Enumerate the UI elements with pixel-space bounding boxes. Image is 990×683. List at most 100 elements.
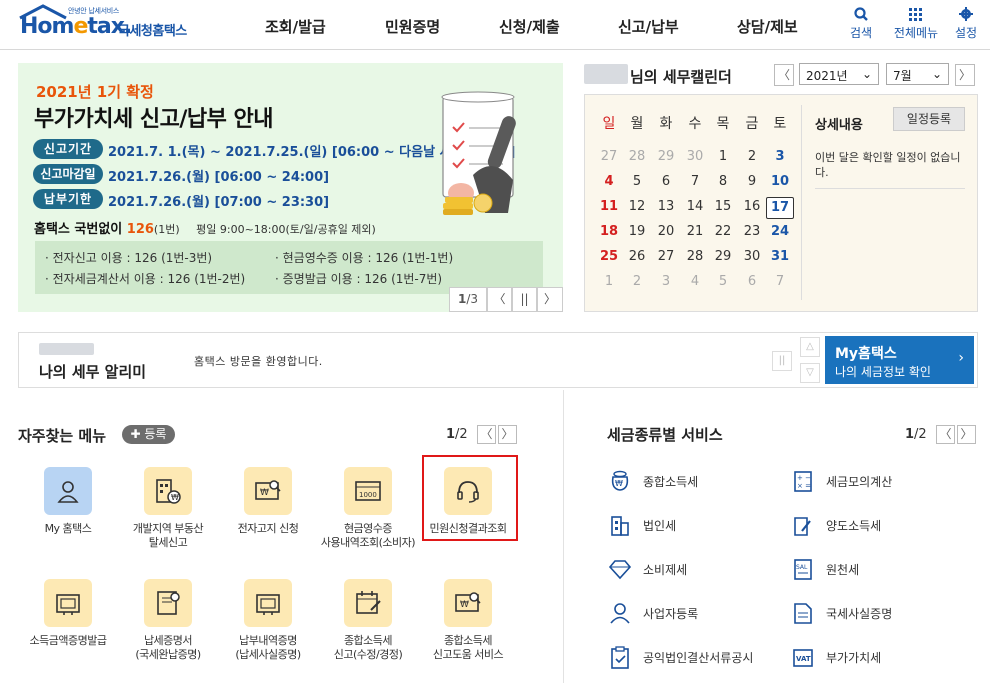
tax-service-prev-button[interactable]: 〈 [936,425,955,444]
favorite-payment-history-certificate[interactable]: 납부내역증명 (납세사실증명) [218,579,318,662]
calendar-day[interactable]: 25 [595,249,623,264]
calendar-day[interactable]: 29 [652,149,680,164]
calendar-day[interactable]: 7 [766,274,794,289]
tax-service-right-0[interactable]: + − × = 세금모의계산 [790,469,892,493]
favorite-tax-payment-certificate[interactable]: 납세증명서 (국세완납증명) [118,579,218,662]
calendar-day[interactable]: 10 [766,174,794,189]
search-button[interactable]: 검색 [839,6,883,41]
tax-service-left-1[interactable]: 법인세 [607,513,676,537]
calendar-day[interactable]: 6 [738,274,766,289]
tax-service-left-2[interactable]: 소비제세 [607,557,687,581]
notifier-up-button[interactable]: △ [800,337,820,357]
clipboard-check-icon [611,646,629,669]
calendar-year-select[interactable]: 2021년 ⌄ [799,63,879,85]
calendar-day[interactable]: 31 [766,249,794,264]
calendar-day[interactable]: 3 [652,274,680,289]
favorites-register-button[interactable]: ✚ 등록 [122,425,175,444]
year-select-value: 2021년 [806,69,848,83]
calendar-day[interactable]: 26 [623,249,651,264]
tax-service-next-button[interactable]: 〉 [957,425,976,444]
tax-service-left-0[interactable]: ₩ 종합소득세 [607,469,698,493]
calendar-day[interactable]: 8 [709,174,737,189]
nav-inquiry[interactable]: 조회/발급 [265,16,326,37]
vat-notice-banner[interactable]: 2021년 1기 확정 부가가치세 신고/납부 안내 신고기간 2021.7. … [18,63,563,312]
favorite-cash-receipt-history[interactable]: 1000 현금영수증 사용내역조회(소비자) [318,467,418,550]
banner-pause-button[interactable]: || [512,287,537,312]
calendar-day[interactable]: 18 [595,224,623,239]
calendar-day[interactable]: 27 [595,149,623,164]
calendar-day[interactable]: 24 [766,224,794,239]
favorites-prev-button[interactable]: 〈 [477,425,496,444]
calendar-day[interactable]: 13 [652,199,680,214]
tax-service-right-2[interactable]: SAL 원천세 [790,557,859,581]
calendar-day[interactable]: 12 [623,199,651,214]
settings-button[interactable]: 설정 [944,6,988,41]
calendar-day[interactable]: 11 [595,199,623,214]
tax-service-right-4[interactable]: VAT 부가가치세 [790,645,881,669]
favorite-income-certificate[interactable]: 소득금액증명발급 [18,579,118,648]
nav-application[interactable]: 신청/제출 [499,16,560,37]
nav-certificate[interactable]: 민원증명 [385,16,440,37]
favorite-global-income-tax-filing[interactable]: 종합소득세 신고(수정/경정) [318,579,418,662]
calendar-day[interactable]: 20 [652,224,680,239]
calendar-day[interactable]: 16 [738,199,766,214]
calendar-day[interactable]: 30 [738,249,766,264]
calendar-day[interactable]: 23 [738,224,766,239]
tax-service-left-3[interactable]: 사업자등록 [607,601,698,625]
favorite-label: 납부내역증명 (납세사실증명) [235,634,301,661]
my-hometax-subtitle: 나의 세금정보 확인 [835,365,931,379]
calendar-day[interactable]: 5 [623,174,651,189]
calendar-day[interactable]: 2 [623,274,651,289]
calendar-day[interactable]: 15 [709,199,737,214]
hometax-logo[interactable]: Hometax. [20,14,132,39]
calendar-day[interactable]: 1 [709,149,737,164]
calendar-day[interactable]: 22 [709,224,737,239]
all-menu-button[interactable]: 전체메뉴 [892,6,940,41]
calendar-day[interactable]: 7 [681,174,709,189]
chevron-down-icon: ⌄ [861,67,872,81]
calendar-day[interactable]: 14 [681,199,709,214]
tax-service-left-4[interactable]: 공익법인결산서류공시 [607,645,753,669]
calendar-day[interactable]: 3 [766,149,794,164]
favorite-development-area-tax-report[interactable]: ₩ 개발지역 부동산 탈세신고 [118,467,218,550]
calendar-day[interactable]: 5 [709,274,737,289]
calendar-day[interactable]: 28 [623,149,651,164]
nav-filing-payment[interactable]: 신고/납부 [618,16,679,37]
tax-service-label: 부가가치세 [826,650,882,665]
calendar-day[interactable]: 9 [738,174,766,189]
banner-next-button[interactable]: 〉 [537,287,563,312]
calendar-day[interactable]: 17 [766,197,794,219]
diamond-icon [608,560,632,580]
favorite-e-notice-application[interactable]: ₩ 전자고지 신청 [218,467,318,536]
tax-service-right-1[interactable]: 양도소득세 [790,513,881,537]
calendar-prev-month-button[interactable]: 〈 [774,64,794,86]
calendar-day[interactable]: 28 [681,249,709,264]
calendar-day[interactable]: 30 [681,149,709,164]
tax-calendar: 일월화수목금토 27 28 29 30 1 2 3 4 5 6 7 8 9 10 11 12 13 14 15 16 1… [584,94,978,312]
calendar-day[interactable]: 2 [738,149,766,164]
favorite-global-income-tax-help[interactable]: ₩ 종합소득세 신고도움 서비스 [418,579,518,662]
add-schedule-button[interactable]: 일정등록 [893,107,965,131]
calendar-day[interactable]: 19 [623,224,651,239]
calendar-day[interactable]: 4 [681,274,709,289]
svg-text:₩: ₩ [615,479,623,488]
calendar-day[interactable]: 27 [652,249,680,264]
banner-prev-button[interactable]: 〈 [487,287,512,312]
calendar-day[interactable]: 1 [595,274,623,289]
nav-consulting[interactable]: 상담/제보 [737,16,798,37]
favorites-next-button[interactable]: 〉 [498,425,517,444]
notifier-pause-button[interactable]: || [772,351,792,371]
notifier-down-button[interactable]: ▽ [800,363,820,383]
calendar-day[interactable]: 29 [709,249,737,264]
tax-service-right-3[interactable]: 국세사실증명 [790,601,892,625]
calendar-day[interactable]: 4 [595,174,623,189]
my-hometax-button[interactable]: My홈택스 나의 세금정보 확인 › [825,336,974,384]
favorite-label: 개발지역 부동산 탈세신고 [132,522,204,549]
document-pen-icon [794,517,811,536]
calendar-next-month-button[interactable]: 〉 [955,64,975,86]
calendar-day[interactable]: 6 [652,174,680,189]
cash-receipt-icon: 1000 [355,481,381,501]
favorite-my-hometax[interactable]: My 홈택스 [18,467,118,536]
calendar-month-select[interactable]: 7월 ⌄ [886,63,949,85]
calendar-day[interactable]: 21 [681,224,709,239]
